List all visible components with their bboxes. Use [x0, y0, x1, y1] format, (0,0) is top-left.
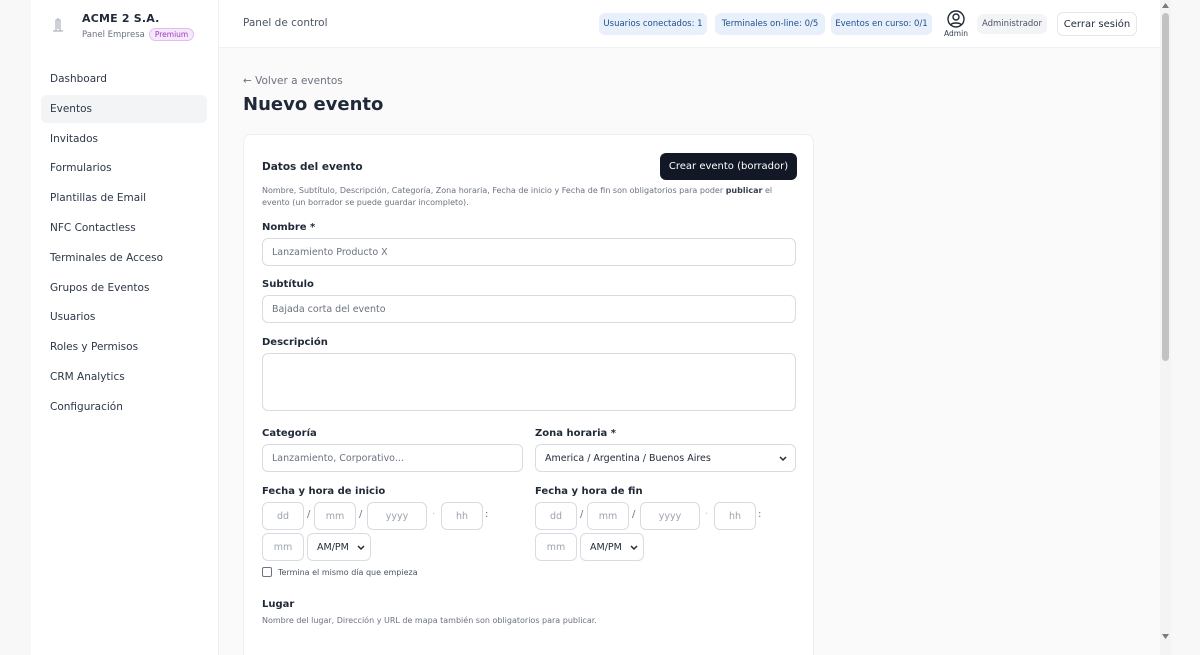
role-badge: Administrador: [977, 14, 1047, 34]
fin-ampm-value: AM/PM: [590, 541, 622, 553]
sidebar-item-plantillas-email[interactable]: Plantillas de Email: [41, 184, 207, 212]
users-connected-chip[interactable]: Usuarios conectados: 1: [599, 13, 707, 35]
chevron-down-icon: [630, 545, 638, 551]
scroll-up-icon[interactable]: [1161, 2, 1170, 10]
sidebar-item-dashboard[interactable]: Dashboard: [41, 65, 207, 93]
help-bold: publicar: [725, 186, 763, 195]
categoria-input[interactable]: Lanzamiento, Corporativo...: [262, 444, 523, 472]
inicio-month-input[interactable]: mm: [314, 502, 356, 530]
fin-minute-input[interactable]: mm: [535, 533, 577, 561]
fin-ampm-select[interactable]: AM/PM: [580, 533, 644, 561]
chevron-down-icon: [779, 456, 787, 462]
form-help-text: Nombre, Subtítulo, Descripción, Categorí…: [262, 185, 797, 209]
sidebar-item-configuracion[interactable]: Configuración: [41, 393, 207, 421]
event-form-card: Datos del evento Crear evento (borrador)…: [243, 134, 814, 655]
page-title: Nuevo evento: [243, 94, 384, 115]
fin-hour-input[interactable]: hh: [714, 502, 756, 530]
inicio-hour-input[interactable]: hh: [441, 502, 483, 530]
brand: ACME 2 S.A. Panel Empresa Premium: [51, 12, 195, 41]
create-event-button[interactable]: Crear evento (borrador): [660, 153, 797, 180]
descripcion-textarea[interactable]: [262, 353, 796, 411]
date-separator: /: [580, 509, 584, 520]
user-menu[interactable]: Admin: [941, 10, 971, 38]
fin-month-input[interactable]: mm: [587, 502, 629, 530]
sidebar-item-eventos[interactable]: Eventos: [41, 94, 207, 123]
terminals-online-chip[interactable]: Terminales on-line: 0/5: [715, 13, 825, 35]
time-separator: ·: [432, 509, 436, 520]
app-window: ACME 2 S.A. Panel Empresa Premium Dashbo…: [0, 0, 1200, 655]
fin-label: Fecha y hora de fin: [535, 486, 643, 497]
sidebar-nav: Dashboard Eventos Invitados Formularios …: [41, 65, 207, 423]
lugar-help: Nombre del lugar, Dirección y URL de map…: [262, 616, 597, 625]
fin-day-input[interactable]: dd: [535, 502, 577, 530]
fin-year-input[interactable]: yyyy: [640, 502, 700, 530]
subtitulo-label: Subtítulo: [262, 279, 314, 290]
date-separator: /: [359, 509, 363, 520]
nombre-label: Nombre *: [262, 222, 316, 233]
same-day-checkbox[interactable]: [262, 567, 272, 577]
brand-name: ACME 2 S.A.: [82, 12, 160, 25]
time-colon: :: [485, 509, 489, 520]
inicio-ampm-select[interactable]: AM/PM: [307, 533, 371, 561]
scrollbar[interactable]: [1160, 0, 1171, 655]
sidebar: ACME 2 S.A. Panel Empresa Premium Dashbo…: [31, 0, 219, 655]
sidebar-item-usuarios[interactable]: Usuarios: [41, 303, 207, 331]
logout-button[interactable]: Cerrar sesión: [1057, 12, 1137, 36]
nombre-input[interactable]: Lanzamiento Producto X: [262, 238, 796, 266]
inicio-year-input[interactable]: yyyy: [367, 502, 427, 530]
sidebar-item-formularios[interactable]: Formularios: [41, 154, 207, 182]
topbar: Panel de control Usuarios conectados: 1 …: [219, 0, 1160, 48]
sidebar-item-invitados[interactable]: Invitados: [41, 125, 207, 153]
user-circle-icon: [947, 10, 965, 28]
sidebar-item-crm[interactable]: CRM Analytics: [41, 363, 207, 391]
scrollbar-thumb[interactable]: [1162, 13, 1169, 361]
left-gutter: [0, 0, 31, 655]
same-day-label[interactable]: Termina el mismo día que empieza: [278, 568, 418, 577]
sidebar-item-roles[interactable]: Roles y Permisos: [41, 333, 207, 361]
time-colon: :: [758, 509, 762, 520]
right-gutter: [1171, 0, 1200, 655]
zona-label: Zona horaria *: [535, 428, 616, 439]
section-title: Datos del evento: [262, 161, 363, 173]
user-label: Admin: [944, 29, 968, 38]
topbar-title: Panel de control: [243, 17, 328, 29]
sidebar-item-nfc[interactable]: NFC Contactless: [41, 214, 207, 242]
descripcion-label: Descripción: [262, 337, 328, 348]
subtitulo-input[interactable]: Bajada corta del evento: [262, 295, 796, 323]
inicio-minute-input[interactable]: mm: [262, 533, 304, 561]
building-icon: [51, 17, 69, 39]
date-separator: /: [632, 509, 636, 520]
time-separator: ·: [705, 509, 709, 520]
inicio-label: Fecha y hora de inicio: [262, 486, 386, 497]
inicio-ampm-value: AM/PM: [317, 541, 349, 553]
events-running-chip[interactable]: Eventos en curso: 0/1: [831, 13, 932, 35]
scroll-down-icon[interactable]: [1161, 632, 1170, 640]
zona-value: America / Argentina / Buenos Aires: [545, 452, 711, 464]
main-content: ← Volver a eventos Nuevo evento Datos de…: [219, 48, 1160, 655]
chevron-down-icon: [357, 545, 365, 551]
zona-select[interactable]: America / Argentina / Buenos Aires: [535, 444, 796, 472]
help-prefix: Nombre, Subtítulo, Descripción, Categorí…: [262, 186, 726, 195]
premium-badge: Premium: [148, 28, 195, 41]
sidebar-item-grupos[interactable]: Grupos de Eventos: [41, 274, 207, 302]
categoria-label: Categoría: [262, 428, 317, 439]
brand-subtitle: Panel Empresa: [82, 29, 145, 40]
sidebar-item-terminales[interactable]: Terminales de Acceso: [41, 244, 207, 272]
back-to-events-link[interactable]: ← Volver a eventos: [243, 75, 343, 87]
inicio-day-input[interactable]: dd: [262, 502, 304, 530]
date-separator: /: [307, 509, 311, 520]
lugar-label: Lugar: [262, 599, 295, 610]
